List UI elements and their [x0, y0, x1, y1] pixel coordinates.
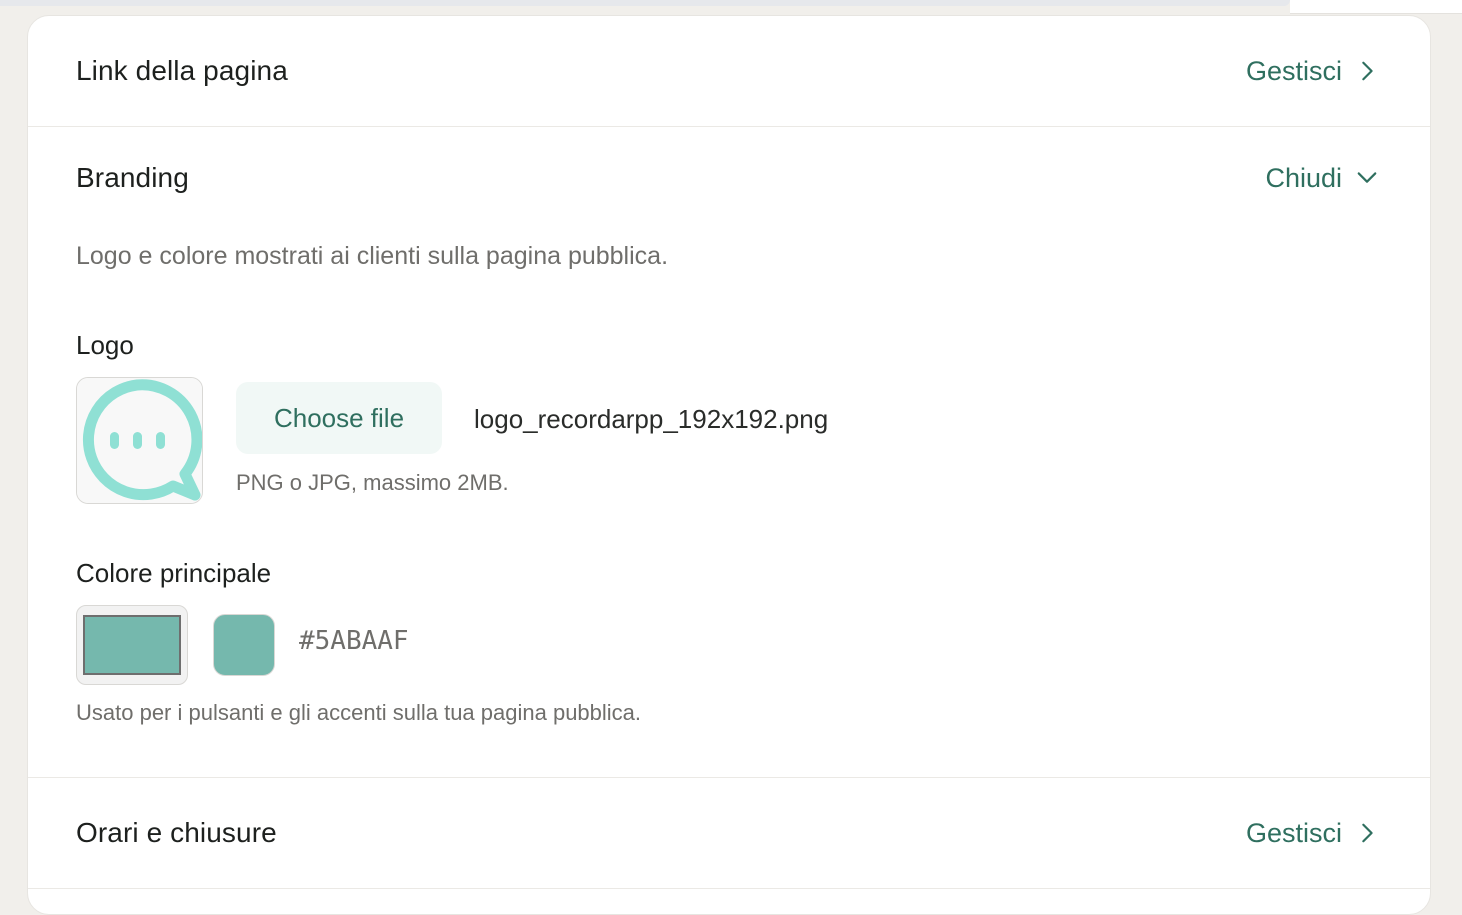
- hours-manage-label: Gestisci: [1245, 817, 1342, 848]
- branding-close-button[interactable]: Chiudi: [1265, 163, 1378, 194]
- hours-title: Orari e chiusure: [76, 817, 277, 848]
- page-link-manage-label: Gestisci: [1245, 55, 1342, 86]
- chevron-right-icon: [1362, 823, 1373, 843]
- chevron-right-icon: [1362, 61, 1373, 81]
- page-link-manage-button[interactable]: Gestisci: [1246, 56, 1378, 87]
- color-picker-input[interactable]: [76, 605, 188, 685]
- color-hex-value[interactable]: #5ABAAF: [299, 626, 409, 656]
- page-link-title: Link della pagina: [76, 55, 288, 86]
- selected-filename: logo_recordarpp_192x192.png: [474, 404, 829, 434]
- logo-hint: PNG o JPG, massimo 2MB.: [236, 470, 509, 495]
- color-picker-fill: [83, 615, 181, 675]
- color-swatch: [213, 614, 275, 676]
- main-color-label: Colore principale: [76, 558, 272, 588]
- top-strip-right: [1290, 0, 1462, 14]
- logo-preview: [76, 377, 203, 504]
- top-strip: [0, 0, 1290, 6]
- hours-manage-button[interactable]: Gestisci: [1246, 818, 1378, 849]
- branding-description: Logo e colore mostrati ai clienti sulla …: [76, 242, 669, 270]
- chat-bubble-logo-icon: [77, 378, 202, 503]
- page-link-row[interactable]: Link della pagina Gestisci: [28, 16, 1430, 127]
- chevron-down-icon: [1357, 172, 1377, 183]
- logo-label: Logo: [76, 330, 134, 360]
- settings-card: Link della pagina Gestisci Branding Chiu…: [27, 15, 1431, 915]
- branding-close-label: Chiudi: [1265, 162, 1342, 193]
- hours-row[interactable]: Orari e chiusure Gestisci: [28, 778, 1430, 889]
- choose-file-button[interactable]: Choose file: [236, 382, 442, 454]
- color-hint: Usato per i pulsanti e gli accenti sulla…: [76, 700, 642, 725]
- branding-header: Branding Chiudi: [76, 162, 1378, 194]
- branding-section: Branding Chiudi Logo e colore mostrati a…: [28, 127, 1430, 778]
- branding-title: Branding: [76, 162, 189, 193]
